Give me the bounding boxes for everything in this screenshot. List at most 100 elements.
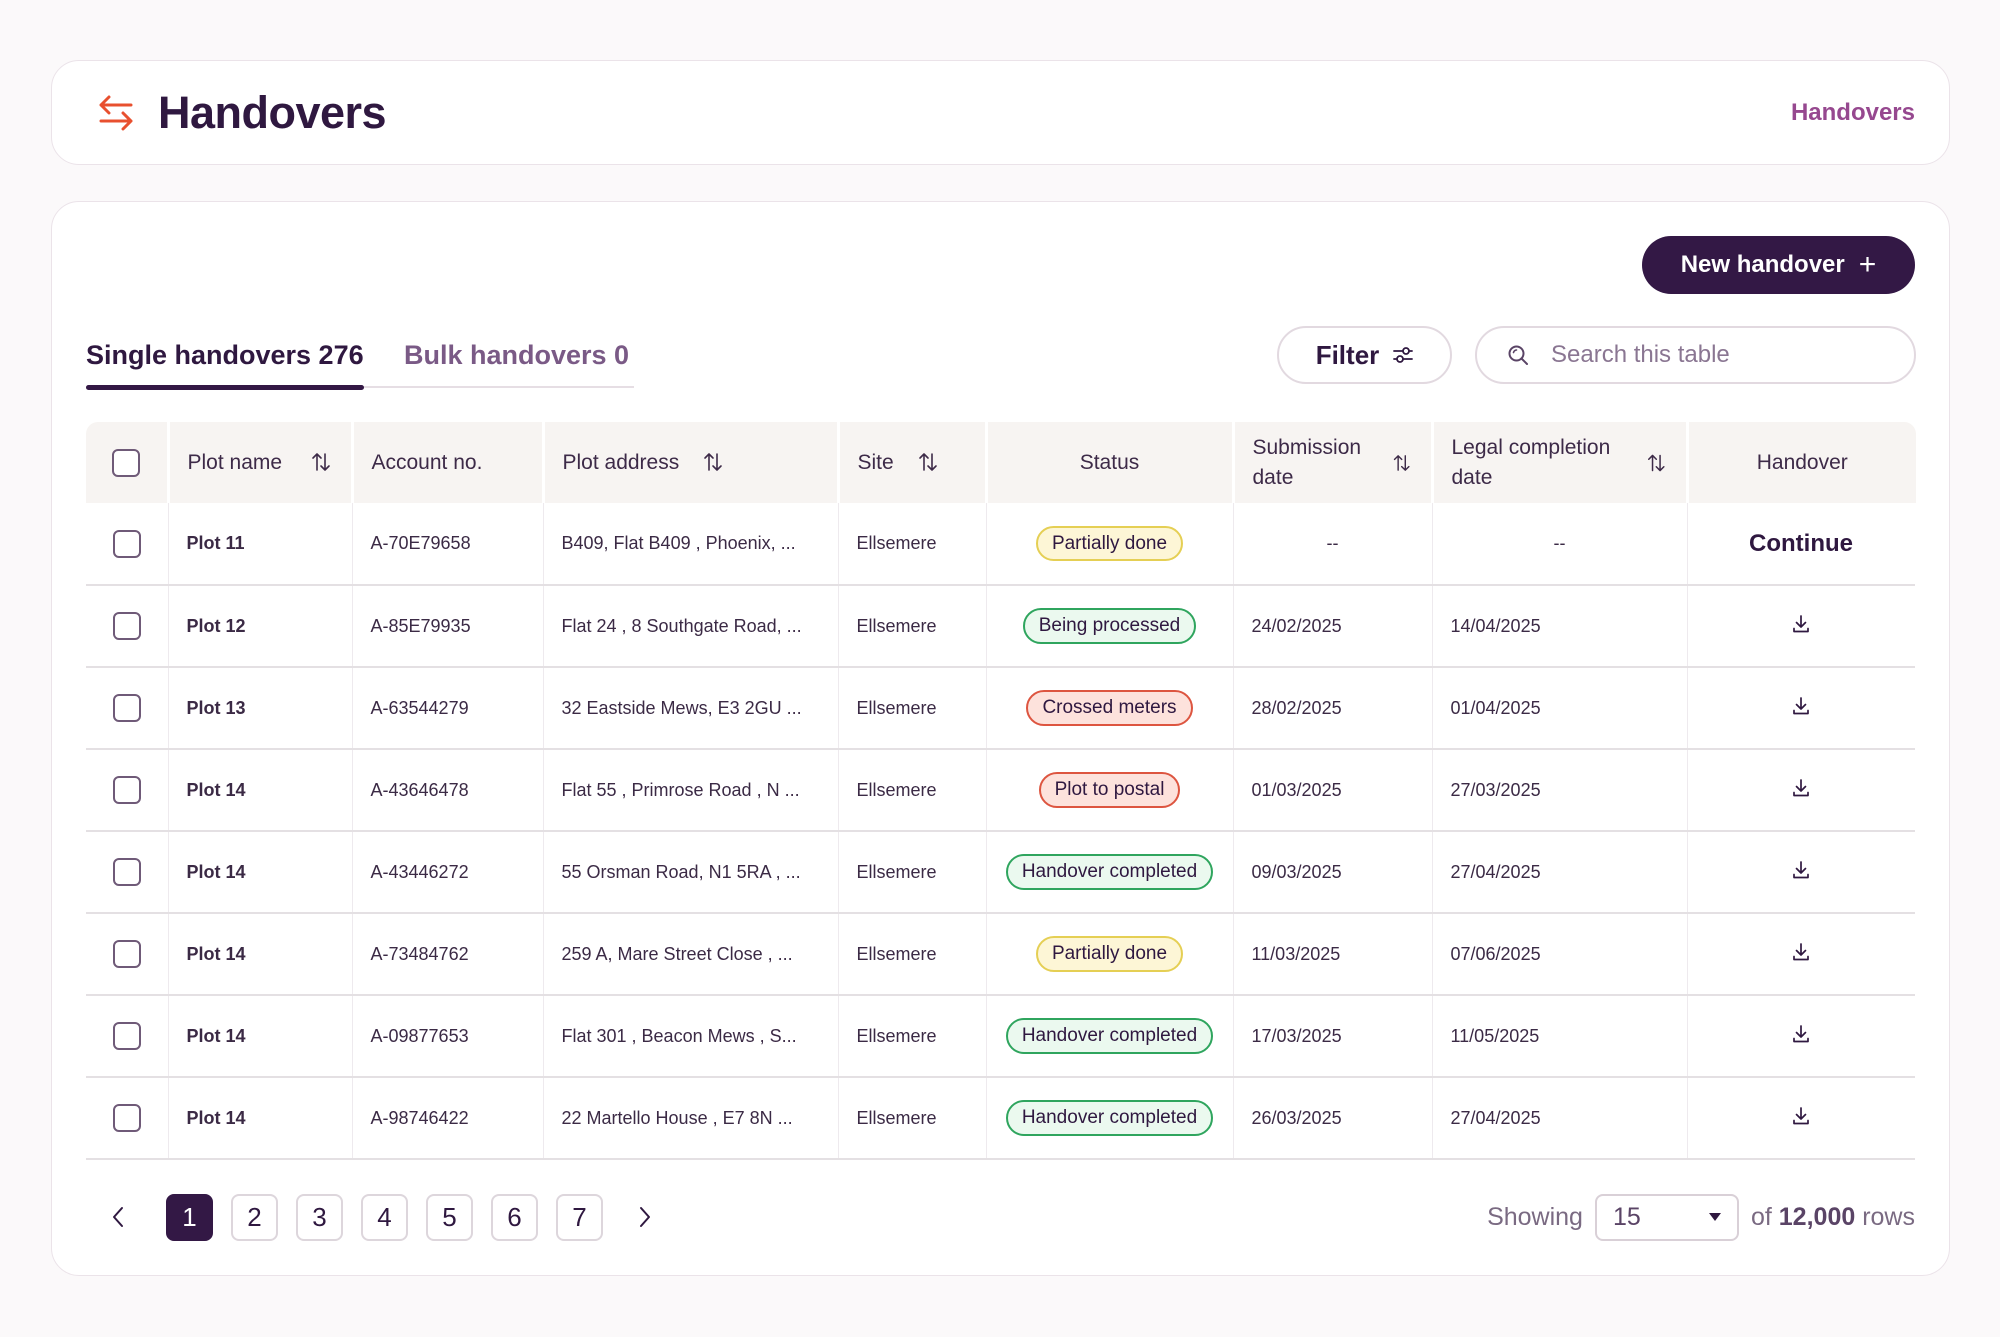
- row-checkbox[interactable]: [112, 612, 141, 640]
- table-header-row: Plot name Account no. Plot address Site …: [86, 422, 1916, 503]
- row-checkbox[interactable]: [112, 694, 141, 722]
- cell-plot-name: Plot 14: [168, 831, 353, 914]
- next-page-button[interactable]: [625, 1193, 665, 1241]
- download-icon[interactable]: [1790, 1023, 1812, 1045]
- header-plot-name[interactable]: Plot name: [168, 422, 354, 503]
- table-row[interactable]: Plot 11 A-70E79658 B409, Flat B409 , Phoen…: [86, 503, 1918, 586]
- chevron-left-icon: [113, 1207, 123, 1227]
- continue-link[interactable]: Continue: [1749, 530, 1853, 557]
- download-icon[interactable]: [1790, 613, 1812, 635]
- rows-summary: Showing 15 of 12,000 rows: [1487, 1193, 1915, 1241]
- page-button-3[interactable]: 3: [296, 1193, 343, 1241]
- tab-single-handovers[interactable]: Single handovers 276: [86, 340, 364, 390]
- cell-submission-date: 09/03/2025: [1233, 831, 1433, 914]
- cell-submission-date: --: [1233, 503, 1433, 586]
- search-box[interactable]: [1475, 326, 1916, 384]
- page-button-6[interactable]: 6: [491, 1193, 538, 1241]
- table-row[interactable]: Plot 14 A-98746422 22 Martello House , E7 …: [86, 1077, 1918, 1160]
- cell-select: [86, 585, 169, 668]
- table-row[interactable]: Plot 14 A-73484762 259 A, Mare Street Clos…: [86, 913, 1918, 996]
- page-button-1[interactable]: 1: [166, 1193, 213, 1241]
- cell-legal-completion-date: 01/04/2025: [1432, 667, 1688, 750]
- tab-bulk-handovers[interactable]: Bulk handovers 0: [404, 340, 629, 386]
- cell-select: [86, 831, 169, 914]
- table-row[interactable]: Plot 14 A-43446272 55 Orsman Road, N1 5RA …: [86, 831, 1918, 914]
- status-badge: Plot to postal: [1038, 772, 1181, 808]
- cell-plot-name: Plot 13: [168, 667, 353, 750]
- previous-page-button[interactable]: [98, 1193, 138, 1241]
- cell-status: Handover completed: [986, 1077, 1234, 1160]
- cell-status: Handover completed: [986, 995, 1234, 1078]
- download-icon[interactable]: [1790, 941, 1812, 963]
- cell-plot-address: Flat 24 , 8 Southgate Road, ...: [543, 585, 839, 668]
- row-checkbox[interactable]: [112, 776, 141, 804]
- page-button-2[interactable]: 2: [231, 1193, 278, 1241]
- swap-arrows-icon: [99, 95, 133, 131]
- sort-icon[interactable]: [701, 450, 725, 474]
- cell-select: [86, 1077, 169, 1160]
- sort-icon[interactable]: [309, 450, 333, 474]
- cell-legal-completion-date: 27/03/2025: [1432, 749, 1688, 832]
- breadcrumb[interactable]: Handovers: [1791, 99, 1915, 127]
- page-button-4[interactable]: 4: [361, 1193, 408, 1241]
- cell-legal-completion-date: 14/04/2025: [1432, 585, 1688, 668]
- table-row[interactable]: Plot 13 A-63544279 32 Eastside Mews, E3 2G…: [86, 667, 1918, 750]
- showing-label: Showing: [1487, 1202, 1583, 1231]
- new-handover-label: New handover: [1680, 251, 1845, 278]
- rows-per-page-select[interactable]: 15: [1594, 1193, 1739, 1241]
- cell-submission-date: 01/03/2025: [1233, 749, 1433, 832]
- download-icon[interactable]: [1790, 1105, 1812, 1127]
- row-checkbox[interactable]: [112, 858, 141, 886]
- cell-plot-address: 55 Orsman Road, N1 5RA , ...: [543, 831, 839, 914]
- cell-handover: [1687, 585, 1918, 668]
- cell-status: Partially done: [986, 913, 1234, 996]
- header-legal-completion-date[interactable]: Legal completion date: [1432, 422, 1689, 503]
- filter-button[interactable]: Filter: [1277, 326, 1452, 384]
- cell-select: [86, 913, 169, 996]
- new-handover-button[interactable]: New handover +: [1642, 236, 1915, 294]
- cell-handover: Continue: [1687, 503, 1918, 586]
- sort-icon[interactable]: [1645, 451, 1668, 475]
- page-button-5[interactable]: 5: [426, 1193, 473, 1241]
- row-checkbox[interactable]: [112, 529, 141, 558]
- cell-handover: [1687, 831, 1918, 914]
- status-badge: Being processed: [1022, 608, 1197, 644]
- search-input[interactable]: [1551, 341, 1891, 369]
- sort-icon[interactable]: [1391, 451, 1412, 475]
- cell-account-no: A-63544279: [352, 667, 544, 750]
- table-row[interactable]: Plot 14 A-43646478 Flat 55 , Primrose Road…: [86, 749, 1918, 832]
- cell-handover: [1687, 913, 1918, 996]
- handovers-panel: New handover + Single handovers 276 Bulk…: [51, 201, 1950, 1276]
- download-icon[interactable]: [1790, 695, 1812, 717]
- cell-handover: [1687, 995, 1918, 1078]
- handovers-table: Plot name Account no. Plot address Site …: [86, 422, 1918, 1160]
- cell-plot-address: Flat 301 , Beacon Mews , S...: [543, 995, 839, 1078]
- plus-icon: +: [1858, 248, 1877, 281]
- header-status: Status: [986, 422, 1235, 503]
- header-submission-date[interactable]: Submission date: [1233, 422, 1434, 503]
- cell-account-no: A-43646478: [352, 749, 544, 832]
- page-button-7[interactable]: 7: [556, 1193, 603, 1241]
- header-plot-address[interactable]: Plot address: [543, 422, 840, 503]
- download-icon[interactable]: [1790, 859, 1812, 881]
- row-checkbox[interactable]: [112, 1022, 141, 1050]
- row-checkbox[interactable]: [112, 1104, 141, 1132]
- cell-submission-date: 17/03/2025: [1233, 995, 1433, 1078]
- download-icon[interactable]: [1790, 777, 1812, 799]
- cell-plot-name: Plot 12: [168, 585, 353, 668]
- row-checkbox[interactable]: [112, 940, 141, 968]
- cell-account-no: A-85E79935: [352, 585, 544, 668]
- table-row[interactable]: Plot 12 A-85E79935 Flat 24 , 8 Southgate R…: [86, 585, 1918, 668]
- table-row[interactable]: Plot 14 A-09877653 Flat 301 , Beacon Mews …: [86, 995, 1918, 1078]
- cell-plot-name: Plot 11: [168, 503, 353, 586]
- cell-account-no: A-43446272: [352, 831, 544, 914]
- cell-site: Ellsemere: [838, 1077, 987, 1160]
- header-site[interactable]: Site: [838, 422, 988, 503]
- search-icon: [1508, 345, 1528, 365]
- cell-status: Plot to postal: [986, 749, 1234, 832]
- cell-site: Ellsemere: [838, 667, 987, 750]
- cell-plot-address: Flat 55 , Primrose Road , N ...: [543, 749, 839, 832]
- sort-icon[interactable]: [916, 450, 940, 474]
- select-all-checkbox[interactable]: [112, 448, 141, 477]
- rows-per-page-value: 15: [1612, 1202, 1641, 1231]
